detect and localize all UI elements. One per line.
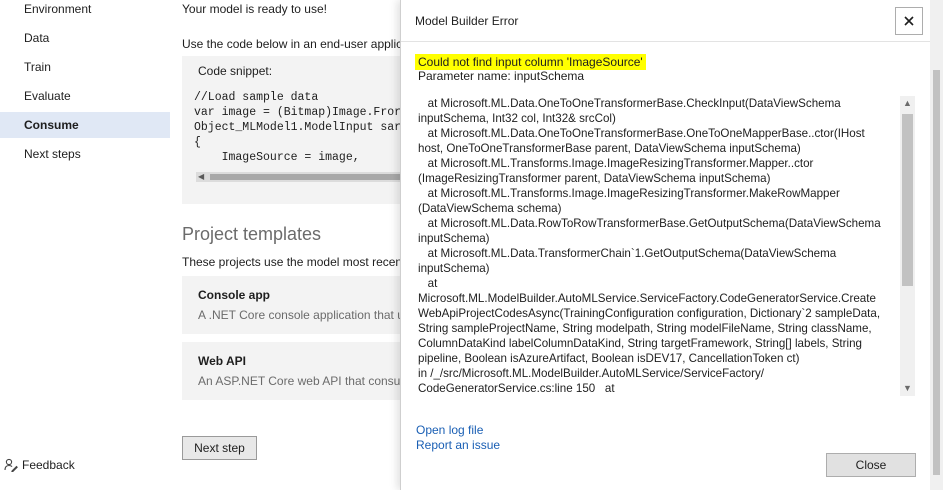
use-code-text: Use the code below in an end-user applic [182, 37, 400, 51]
dialog-divider [401, 41, 931, 42]
feedback-label: Feedback [22, 458, 75, 472]
nav-item-train[interactable]: Train [0, 54, 170, 80]
code-snippet-label: Code snippet: [198, 64, 273, 78]
close-icon [904, 16, 914, 26]
error-parameter: Parameter name: inputSchema [418, 69, 585, 83]
window-scrollbar[interactable] [930, 0, 943, 490]
error-dialog: Model Builder Error Could not find input… [400, 0, 931, 490]
web-api-card[interactable]: Web API An ASP.NET Core web API that con… [182, 342, 400, 400]
report-issue-link[interactable]: Report an issue [416, 438, 500, 452]
project-templates-desc: These projects use the model most recent [182, 255, 400, 269]
scroll-left-icon[interactable]: ◀ [198, 172, 204, 182]
scroll-up-icon[interactable]: ▲ [900, 96, 915, 111]
card-desc: An ASP.NET Core web API that consur [198, 374, 400, 388]
project-templates-title: Project templates [182, 224, 322, 244]
error-message: Could not find input column 'ImageSource… [415, 54, 646, 70]
code-snippet-panel: Code snippet: //Load sample data var ima… [182, 56, 400, 204]
card-title: Web API [198, 354, 247, 368]
model-ready-text: Your model is ready to use! [182, 2, 327, 16]
left-nav: Environment Data Train Evaluate Consume … [0, 0, 170, 490]
open-log-file-link[interactable]: Open log file [416, 423, 483, 437]
card-title: Console app [198, 288, 271, 302]
close-button[interactable]: Close [826, 453, 916, 477]
scrollbar-thumb[interactable] [210, 174, 400, 180]
dialog-close-button[interactable] [895, 7, 923, 35]
nav-item-next-steps[interactable]: Next steps [0, 141, 170, 167]
nav-item-evaluate[interactable]: Evaluate [0, 83, 170, 109]
scrollbar-thumb[interactable] [902, 114, 913, 286]
feedback-icon [4, 458, 18, 472]
scroll-down-icon[interactable]: ▼ [900, 381, 915, 396]
main-content: Your model is ready to use! Use the code… [170, 0, 400, 490]
feedback-link[interactable]: Feedback [4, 455, 75, 475]
nav-item-consume[interactable]: Consume [0, 112, 170, 138]
code-snippet[interactable]: //Load sample data var image = (Bitmap)I… [194, 90, 400, 165]
stack-trace-scrollbar[interactable]: ▲ ▼ [900, 96, 915, 396]
nav-item-environment[interactable]: Environment [0, 0, 170, 22]
dialog-title: Model Builder Error [415, 14, 519, 28]
nav-item-data[interactable]: Data [0, 25, 170, 51]
code-horizontal-scrollbar[interactable]: ◀ [196, 172, 400, 182]
next-step-button[interactable]: Next step [182, 436, 257, 460]
scrollbar-thumb[interactable] [933, 70, 940, 475]
console-app-card[interactable]: Console app A .NET Core console applicat… [182, 276, 400, 334]
card-desc: A .NET Core console application that u [198, 308, 400, 322]
stack-trace[interactable]: at Microsoft.ML.Data.OneToOneTransformer… [418, 96, 893, 396]
